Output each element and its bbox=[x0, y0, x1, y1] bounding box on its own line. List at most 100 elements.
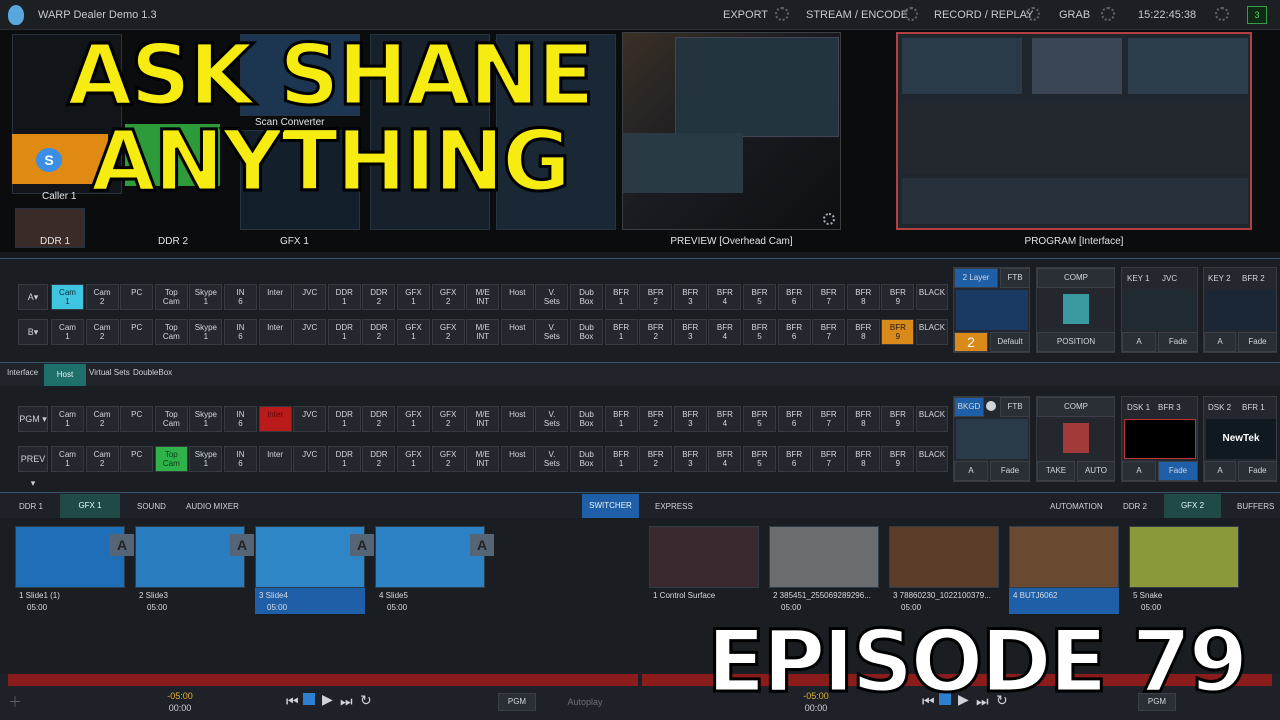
switcher-button[interactable]: BFR 8 bbox=[846, 319, 880, 345]
switcher-button[interactable]: Inter bbox=[258, 406, 292, 432]
media-thumbnail[interactable] bbox=[649, 526, 759, 588]
left-pgm-button[interactable]: PGM bbox=[498, 693, 536, 711]
switcher-button[interactable]: BFR 5 bbox=[743, 446, 776, 472]
switcher-button[interactable]: Inter bbox=[258, 319, 292, 345]
bkgd-control[interactable]: BKGD FTB A Fade bbox=[953, 396, 1030, 482]
switcher-button[interactable]: BFR 9 bbox=[881, 446, 915, 472]
switcher-button[interactable]: JVC bbox=[293, 284, 327, 310]
main-comp-button[interactable]: COMP bbox=[1037, 397, 1115, 417]
key1-a-button[interactable]: A bbox=[1122, 332, 1156, 352]
tab-sound[interactable]: SOUND bbox=[137, 502, 166, 511]
switcher-button[interactable]: Cam 1 bbox=[51, 319, 84, 345]
tab-gfx1[interactable]: GFX 1 bbox=[60, 494, 120, 518]
switcher-button[interactable]: BFR 6 bbox=[777, 284, 811, 310]
switcher-button[interactable]: Cam 2 bbox=[85, 319, 119, 345]
layer-control[interactable]: 2 Layer FTB 2 Default bbox=[953, 267, 1030, 353]
switcher-button[interactable]: BFR 7 bbox=[812, 446, 846, 472]
switcher-button[interactable]: M/E INT bbox=[466, 446, 500, 472]
program-monitor[interactable] bbox=[896, 32, 1252, 230]
switcher-button[interactable]: BLACK bbox=[916, 284, 948, 310]
export-gear-icon[interactable] bbox=[775, 7, 789, 21]
key1-fade-button[interactable]: Fade bbox=[1158, 332, 1198, 352]
switcher-button[interactable]: BFR 9 bbox=[881, 406, 915, 432]
row-label-2[interactable]: PGM ▾ bbox=[18, 406, 48, 432]
key1-control[interactable]: KEY 1 JVC A Fade bbox=[1121, 267, 1198, 353]
main-ftb-button[interactable]: FTB bbox=[1000, 397, 1030, 417]
comp-control[interactable]: COMP POSITION bbox=[1036, 267, 1115, 353]
key2-source[interactable]: BFR 2 bbox=[1242, 274, 1265, 283]
switcher-button[interactable]: BFR 5 bbox=[743, 319, 776, 345]
switcher-button[interactable]: JVC bbox=[293, 406, 327, 432]
switcher-button[interactable]: V. Sets bbox=[535, 319, 569, 345]
switcher-button[interactable]: Cam 2 bbox=[85, 284, 119, 310]
media-thumbnail[interactable] bbox=[1009, 526, 1119, 588]
row-label-3[interactable]: PREV ▾ bbox=[18, 446, 48, 488]
grab-menu[interactable]: GRAB bbox=[1059, 9, 1090, 21]
tab-virtual-sets[interactable]: Virtual Sets bbox=[89, 368, 130, 377]
key2-fade-button[interactable]: Fade bbox=[1238, 332, 1277, 352]
preview-gear-icon[interactable] bbox=[823, 213, 835, 225]
take-button[interactable]: TAKE bbox=[1037, 461, 1075, 481]
switcher-button[interactable]: GFX 2 bbox=[431, 406, 465, 432]
switcher-button[interactable]: DDR 2 bbox=[362, 406, 396, 432]
comp-tbar[interactable] bbox=[1063, 294, 1089, 324]
left-loop-icon[interactable]: ↻ bbox=[360, 692, 372, 709]
row-label-0[interactable]: A▾ bbox=[18, 284, 48, 310]
switcher-button[interactable]: GFX 2 bbox=[431, 284, 465, 310]
switcher-button[interactable]: GFX 1 bbox=[397, 284, 430, 310]
switcher-button[interactable]: Skype 1 bbox=[189, 284, 223, 310]
switcher-button[interactable]: BLACK bbox=[916, 446, 948, 472]
dsk2-a-button[interactable]: A bbox=[1204, 461, 1236, 481]
switcher-button[interactable]: Cam 2 bbox=[85, 446, 119, 472]
media-thumbnail[interactable] bbox=[1129, 526, 1239, 588]
switcher-button[interactable]: IN 6 bbox=[224, 446, 257, 472]
main-comp-control[interactable]: COMP TAKE AUTO bbox=[1036, 396, 1115, 482]
add-icon[interactable]: ＋ bbox=[8, 692, 22, 712]
dsk2-control[interactable]: DSK 2 BFR 1 NewTek A Fade bbox=[1203, 396, 1277, 482]
switcher-button[interactable]: Top Cam bbox=[154, 446, 188, 472]
switcher-button[interactable]: BFR 2 bbox=[639, 284, 673, 310]
left-play-icon[interactable]: ▶ bbox=[322, 691, 333, 708]
switcher-button[interactable]: GFX 1 bbox=[397, 319, 430, 345]
tab-ddr2[interactable]: DDR 2 bbox=[1123, 502, 1147, 511]
switcher-button[interactable]: M/E INT bbox=[466, 406, 500, 432]
switcher-button[interactable]: BLACK bbox=[916, 319, 948, 345]
grab-gear-icon[interactable] bbox=[1101, 7, 1115, 21]
tab-switcher[interactable]: SWITCHER bbox=[582, 494, 639, 518]
switcher-button[interactable]: GFX 1 bbox=[397, 446, 430, 472]
tab-interface[interactable]: Interface bbox=[7, 368, 38, 377]
switcher-button[interactable]: BFR 2 bbox=[639, 406, 673, 432]
switcher-button[interactable]: BFR 3 bbox=[673, 446, 707, 472]
switcher-button[interactable]: M/E INT bbox=[466, 319, 500, 345]
switcher-button[interactable]: PC bbox=[120, 284, 154, 310]
dsk2-fade-button[interactable]: Fade bbox=[1238, 461, 1277, 481]
switcher-button[interactable]: Host bbox=[500, 284, 534, 310]
switcher-button[interactable]: BFR 6 bbox=[777, 406, 811, 432]
dsk1-source[interactable]: BFR 3 bbox=[1158, 403, 1181, 412]
switcher-button[interactable]: JVC bbox=[293, 446, 327, 472]
tab-gfx2[interactable]: GFX 2 bbox=[1164, 494, 1221, 518]
left-stop-icon[interactable] bbox=[303, 693, 315, 705]
switcher-button[interactable]: M/E INT bbox=[466, 284, 500, 310]
stream-gear-icon[interactable] bbox=[904, 7, 918, 21]
switcher-button[interactable]: BFR 1 bbox=[604, 319, 638, 345]
layer-count[interactable]: 2 bbox=[954, 332, 988, 352]
switcher-button[interactable]: Host bbox=[500, 406, 534, 432]
switcher-button[interactable]: DDR 1 bbox=[327, 446, 361, 472]
switcher-button[interactable]: DDR 2 bbox=[362, 284, 396, 310]
switcher-button[interactable]: Dub Box bbox=[570, 446, 603, 472]
export-menu[interactable]: EXPORT bbox=[723, 9, 768, 21]
switcher-button[interactable]: BFR 1 bbox=[604, 284, 638, 310]
switcher-button[interactable]: BFR 6 bbox=[777, 319, 811, 345]
switcher-button[interactable]: BFR 5 bbox=[743, 284, 776, 310]
switcher-button[interactable]: Host bbox=[500, 319, 534, 345]
switcher-button[interactable]: Dub Box bbox=[570, 284, 603, 310]
switcher-button[interactable]: IN 6 bbox=[224, 319, 257, 345]
switcher-button[interactable]: DDR 2 bbox=[362, 319, 396, 345]
tab-express[interactable]: EXPRESS bbox=[655, 502, 693, 511]
switcher-button[interactable]: Cam 1 bbox=[51, 446, 84, 472]
key2-a-button[interactable]: A bbox=[1204, 332, 1236, 352]
tab-doublebox[interactable]: DoubleBox bbox=[133, 368, 172, 377]
switcher-button[interactable]: PC bbox=[120, 446, 154, 472]
main-tbar[interactable] bbox=[1063, 423, 1089, 453]
